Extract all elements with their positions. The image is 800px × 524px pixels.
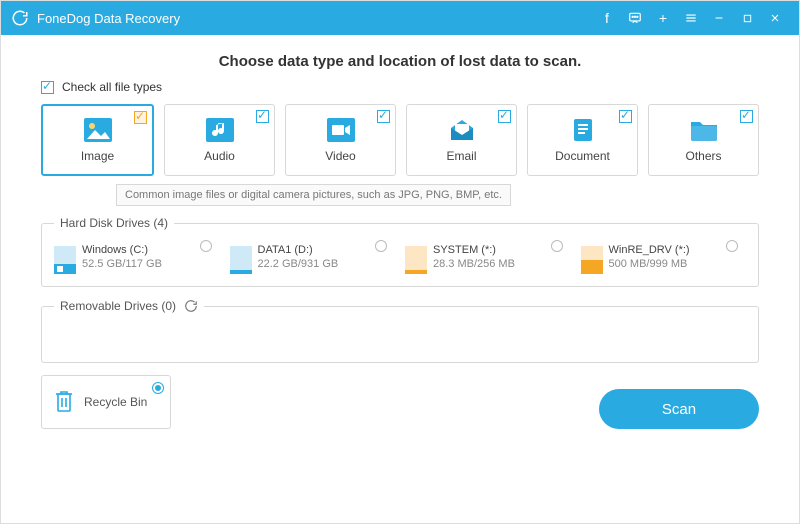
type-audio[interactable]: Audio	[164, 104, 275, 176]
removable-title: Removable Drives (0)	[60, 299, 176, 313]
type-label: Others	[685, 149, 721, 163]
audio-icon	[205, 117, 235, 143]
removable-section: Removable Drives (0)	[41, 299, 759, 363]
hdd-list: Windows (C:) 52.5 GB/117 GB DATA1 (D:) 2…	[54, 240, 746, 274]
drive-name: SYSTEM (*:)	[433, 244, 515, 256]
windows-drive-icon	[54, 246, 76, 274]
checkbox-icon	[740, 110, 753, 123]
drive-item[interactable]: WinRE_DRV (*:) 500 MB/999 MB	[581, 240, 747, 274]
feedback-icon[interactable]	[621, 1, 649, 35]
maximize-icon[interactable]	[733, 1, 761, 35]
menu-icon[interactable]	[677, 1, 705, 35]
type-label: Video	[325, 149, 355, 163]
radio-icon	[152, 382, 164, 394]
checkbox-icon	[256, 110, 269, 123]
drive-item[interactable]: SYSTEM (*:) 28.3 MB/256 MB	[405, 240, 571, 274]
hdd-section: Hard Disk Drives (4) Windows (C:) 52.5 G…	[41, 216, 759, 287]
drive-name: DATA1 (D:)	[258, 244, 339, 256]
add-icon[interactable]: +	[649, 1, 677, 35]
type-image[interactable]: Image	[41, 104, 154, 176]
check-all-checkbox[interactable]: Check all file types	[41, 80, 759, 94]
type-email[interactable]: Email	[406, 104, 517, 176]
recycle-bin-option[interactable]: Recycle Bin	[41, 375, 171, 429]
drive-item[interactable]: DATA1 (D:) 22.2 GB/931 GB	[230, 240, 396, 274]
removable-legend: Removable Drives (0)	[54, 299, 204, 313]
facebook-icon[interactable]: f	[593, 1, 621, 35]
radio-icon	[726, 240, 738, 252]
drive-size: 52.5 GB/117 GB	[82, 258, 162, 270]
drive-icon	[405, 246, 427, 274]
drive-item[interactable]: Windows (C:) 52.5 GB/117 GB	[54, 240, 220, 274]
checkbox-icon	[377, 110, 390, 123]
hdd-legend: Hard Disk Drives (4)	[54, 216, 174, 230]
radio-icon	[551, 240, 563, 252]
check-all-label: Check all file types	[62, 80, 162, 94]
drive-size: 28.3 MB/256 MB	[433, 258, 515, 270]
type-tooltip: Common image files or digital camera pic…	[116, 184, 511, 206]
drive-icon	[581, 246, 603, 274]
titlebar: FoneDog Data Recovery f +	[1, 1, 799, 35]
app-title: FoneDog Data Recovery	[37, 11, 180, 26]
radio-icon	[375, 240, 387, 252]
recycle-label: Recycle Bin	[84, 395, 147, 409]
type-label: Document	[555, 149, 610, 163]
email-icon	[447, 117, 477, 143]
close-icon[interactable]	[761, 1, 789, 35]
drive-name: Windows (C:)	[82, 244, 162, 256]
type-label: Image	[81, 149, 114, 163]
checkbox-icon	[134, 111, 147, 124]
checkbox-icon	[619, 110, 632, 123]
bottom-row: Recycle Bin Scan	[41, 375, 759, 429]
refresh-icon[interactable]	[184, 299, 198, 313]
drive-size: 22.2 GB/931 GB	[258, 258, 339, 270]
drive-icon	[230, 246, 252, 274]
drive-size: 500 MB/999 MB	[609, 258, 690, 270]
drive-name: WinRE_DRV (*:)	[609, 244, 690, 256]
folder-icon	[689, 117, 719, 143]
scan-button[interactable]: Scan	[599, 389, 759, 429]
image-icon	[83, 117, 113, 143]
minimize-icon[interactable]	[705, 1, 733, 35]
trash-icon	[52, 388, 76, 417]
page-heading: Choose data type and location of lost da…	[41, 53, 759, 70]
main-content: Choose data type and location of lost da…	[1, 35, 799, 439]
type-label: Audio	[204, 149, 235, 163]
checkbox-icon	[498, 110, 511, 123]
app-logo-icon	[11, 9, 29, 27]
type-label: Email	[446, 149, 476, 163]
checkbox-icon	[41, 81, 54, 94]
radio-icon	[200, 240, 212, 252]
document-icon	[568, 117, 598, 143]
type-video[interactable]: Video	[285, 104, 396, 176]
type-others[interactable]: Others	[648, 104, 759, 176]
type-document[interactable]: Document	[527, 104, 638, 176]
video-icon	[326, 117, 356, 143]
file-type-row: Image Audio Video Email	[41, 104, 759, 176]
